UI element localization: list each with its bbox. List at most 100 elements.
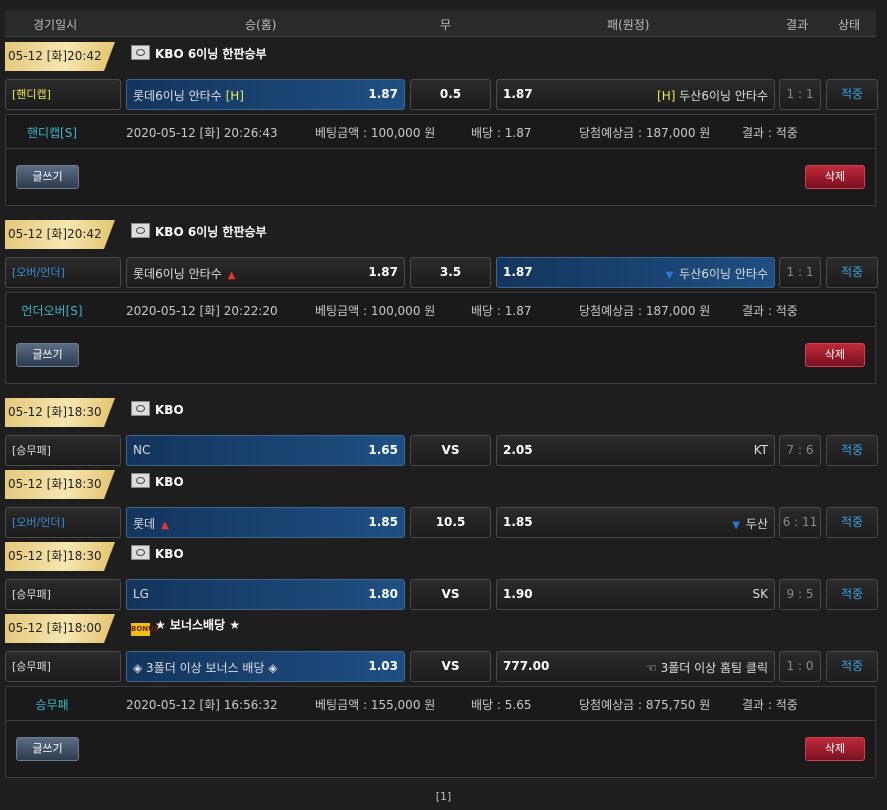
- bet-expected-win: 당첨예상금 : 187,000 원: [579, 304, 711, 318]
- home-team-name: 롯데 ▲: [133, 515, 169, 532]
- home-team-label: 롯데: [133, 517, 156, 531]
- league-label: KBO 6이닝 한판승부: [155, 47, 267, 61]
- draw-button[interactable]: 3.5: [410, 257, 491, 288]
- away-odds: 1.90: [503, 587, 533, 601]
- bet-time: 2020-05-12 [화] 20:22:20: [126, 304, 278, 318]
- game-row: 05-12 [화]20:42 KBO 6이닝 한판승부 [핸디캡] 롯데6이닝 안타수…: [0, 42, 887, 112]
- write-button[interactable]: 글쓰기: [16, 165, 79, 189]
- korea-flag-icon: [131, 473, 150, 488]
- bet-type-label: [승무패]: [5, 651, 121, 682]
- game-status: 적중: [826, 651, 878, 682]
- league-label: KBO: [155, 547, 184, 561]
- draw-button[interactable]: 10.5: [410, 507, 491, 538]
- away-team-button[interactable]: 1.87 ▼ 두산6이닝 안타수: [496, 257, 775, 288]
- home-team-name: ◈ 3폴더 이상 보너스 배당 ◈: [133, 659, 278, 676]
- away-odds: 1.87: [503, 87, 533, 101]
- game-status: 적중: [826, 579, 878, 610]
- league-name: KBO 6이닝 한판승부: [131, 223, 267, 240]
- delete-button[interactable]: 삭제: [805, 165, 865, 189]
- draw-button[interactable]: VS: [410, 651, 491, 682]
- away-team-button[interactable]: 2.05 KT: [496, 435, 775, 466]
- away-team-name: ▼ 두산: [732, 515, 768, 532]
- bet-odds: 배당 : 5.65: [471, 698, 532, 712]
- away-team-label: 두산: [745, 517, 768, 531]
- away-team-button[interactable]: 1.85 ▼ 두산: [496, 507, 775, 538]
- game-date: 05-12 [화]20:42: [5, 42, 115, 71]
- game-score: 1 : 0: [779, 651, 821, 682]
- league-label: KBO: [155, 475, 184, 489]
- table-header: 경기일시 승(홈) 무 패(원정) 결과 상태: [5, 10, 876, 37]
- away-team-button[interactable]: 1.90 SK: [496, 579, 775, 610]
- bet-type: 승무패: [35, 698, 69, 712]
- game-row: 05-12 [화]18:30 KBO [오버/언더] 롯데 ▲ 1.85 10.5 1.85 ▼…: [0, 470, 887, 540]
- away-team-label: SK: [752, 587, 769, 601]
- game-date: 05-12 [화]20:42: [5, 220, 115, 249]
- write-button[interactable]: 글쓰기: [16, 737, 79, 761]
- bet-slip: 핸디캡[S] 2020-05-12 [화] 20:26:43 베팅금액 : 100,…: [5, 114, 876, 206]
- away-team-label: 두산6이닝 안타수: [679, 89, 768, 103]
- game-score: 6 : 11: [779, 507, 821, 538]
- home-handicap-tag: [H]: [225, 89, 244, 103]
- bet-slip: 언더오버[S] 2020-05-12 [화] 20:22:20 베팅금액 : 100…: [5, 292, 876, 384]
- bet-info-row: 승무패 2020-05-12 [화] 16:56:32 베팅금액 : 155,000…: [6, 687, 875, 721]
- home-team-name: NC: [133, 443, 150, 457]
- home-team-button[interactable]: 롯데 ▲ 1.85: [126, 507, 405, 538]
- game-row: 05-12 [화]18:30 KBO [승무패] NC 1.65 VS 2.05 KT 7 : …: [0, 398, 887, 468]
- home-team-button[interactable]: 롯데6이닝 안타수 ▲ 1.87: [126, 257, 405, 288]
- home-team-label: LG: [133, 587, 149, 601]
- bet-amount: 베팅금액 : 100,000 원: [315, 304, 436, 318]
- write-button[interactable]: 글쓰기: [16, 343, 79, 367]
- pagination[interactable]: [1]: [0, 790, 887, 803]
- home-odds: 1.03: [368, 659, 398, 673]
- header-result: 결과: [786, 18, 809, 32]
- bet-amount: 베팅금액 : 155,000 원: [315, 698, 436, 712]
- home-team-button[interactable]: NC 1.65: [126, 435, 405, 466]
- bet-slip: 승무패 2020-05-12 [화] 16:56:32 베팅금액 : 155,000…: [5, 686, 876, 778]
- draw-button[interactable]: VS: [410, 435, 491, 466]
- bet-expected-win: 당첨예상금 : 187,000 원: [579, 126, 711, 140]
- away-team-button[interactable]: 1.87 [H] 두산6이닝 안타수: [496, 79, 775, 110]
- league-name: BONUS★ 보너스배당 ★: [131, 616, 240, 636]
- away-odds: 1.85: [503, 515, 533, 529]
- korea-flag-icon: [131, 45, 150, 60]
- game-row: 05-12 [화]18:30 KBO [승무패] LG 1.80 VS 1.90 SK 9 : …: [0, 542, 887, 612]
- bet-result: 결과 : 적중: [742, 126, 798, 140]
- league-name: KBO: [131, 401, 184, 417]
- bet-odds: 배당 : 1.87: [471, 126, 532, 140]
- game-row: 05-12 [화]20:42 KBO 6이닝 한판승부 [오버/언더] 롯데6이닝 안…: [0, 220, 887, 290]
- korea-flag-icon: [131, 545, 150, 560]
- away-odds: 2.05: [503, 443, 533, 457]
- delete-button[interactable]: 삭제: [805, 737, 865, 761]
- bet-type-label: [핸디캡]: [5, 79, 121, 110]
- away-handicap-tag: [H]: [657, 89, 676, 103]
- draw-button[interactable]: VS: [410, 579, 491, 610]
- bet-amount: 베팅금액 : 100,000 원: [315, 126, 436, 140]
- bet-info-row: 핸디캡[S] 2020-05-12 [화] 20:26:43 베팅금액 : 100,…: [6, 115, 875, 149]
- home-odds: 1.87: [368, 87, 398, 101]
- league-label: KBO: [155, 403, 184, 417]
- league-name: KBO: [131, 545, 184, 561]
- header-draw: 무: [440, 18, 452, 32]
- bet-result: 결과 : 적중: [742, 304, 798, 318]
- league-name: KBO: [131, 473, 184, 489]
- home-team-button[interactable]: 롯데6이닝 안타수 [H] 1.87: [126, 79, 405, 110]
- delete-button[interactable]: 삭제: [805, 343, 865, 367]
- away-team-name: ☜ 3폴더 이상 홈팀 클릭: [646, 659, 768, 676]
- draw-button[interactable]: 0.5: [410, 79, 491, 110]
- game-status: 적중: [826, 507, 878, 538]
- header-away: 패(원정): [607, 18, 650, 32]
- bonus-icon: BONUS: [131, 623, 159, 636]
- home-team-button[interactable]: ◈ 3폴더 이상 보너스 배당 ◈ 1.03: [126, 651, 405, 682]
- bet-expected-win: 당첨예상금 : 875,750 원: [579, 698, 711, 712]
- game-status: 적중: [826, 79, 878, 110]
- home-team-button[interactable]: LG 1.80: [126, 579, 405, 610]
- over-arrow-icon: ▲: [161, 520, 169, 531]
- bet-odds: 배당 : 1.87: [471, 304, 532, 318]
- game-row: 05-12 [화]18:00 BONUS★ 보너스배당 ★ [승무패] ◈ 3폴더 이…: [0, 614, 887, 684]
- game-score: 9 : 5: [779, 579, 821, 610]
- away-team-label: 두산6이닝 안타수: [679, 267, 768, 281]
- game-score: 1 : 1: [779, 257, 821, 288]
- bet-type: 언더오버[S]: [21, 304, 83, 318]
- away-team-button[interactable]: 777.00 ☜ 3폴더 이상 홈팀 클릭: [496, 651, 775, 682]
- game-status: 적중: [826, 435, 878, 466]
